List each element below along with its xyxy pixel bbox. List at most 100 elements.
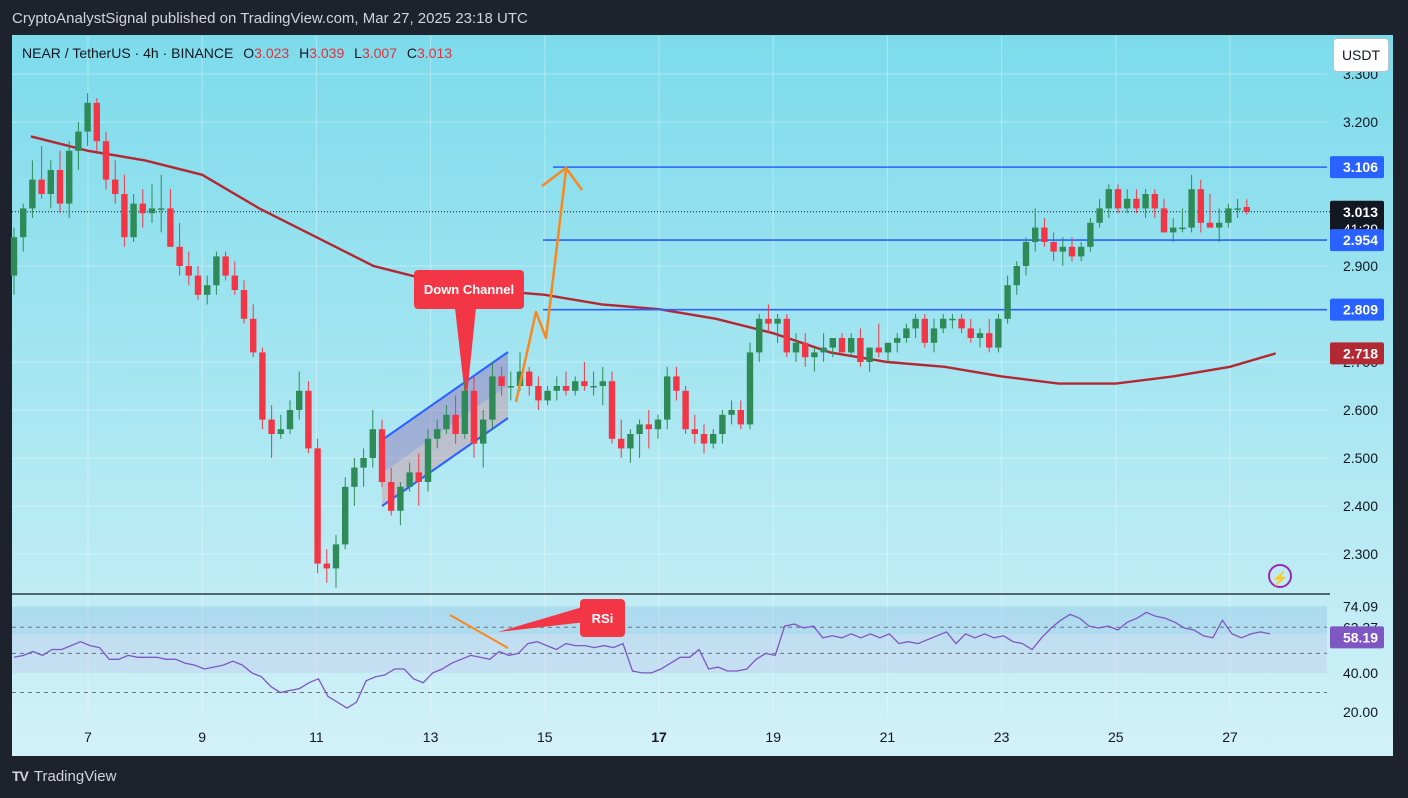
candle-down: [1114, 189, 1122, 209]
candle-up: [424, 438, 432, 482]
low-label: L: [354, 45, 362, 61]
candle-down: [38, 179, 45, 194]
candle-down: [967, 328, 974, 338]
candle-down: [1041, 227, 1048, 242]
candle-up: [1142, 194, 1149, 209]
candle-down: [783, 318, 790, 353]
candle-down: [1151, 194, 1158, 209]
candle-up: [820, 347, 827, 353]
candle-down: [645, 424, 652, 430]
candle-up: [158, 208, 165, 210]
candle-down: [765, 318, 772, 324]
candle-up: [654, 419, 662, 430]
candle-up: [29, 179, 36, 209]
x-tick-label: 15: [537, 729, 553, 745]
candle-down: [378, 429, 386, 482]
candle-down: [1050, 242, 1057, 252]
candle-down: [562, 386, 570, 391]
y-tick-label: 2.400: [1343, 498, 1378, 514]
candle-up: [995, 318, 1002, 348]
candle-up: [20, 208, 27, 238]
candle-up: [599, 381, 606, 386]
candle-down: [112, 179, 119, 194]
candle-up: [1032, 227, 1039, 242]
candle-down: [737, 410, 744, 425]
candle-down: [185, 266, 192, 276]
x-tick-label: 25: [1108, 729, 1124, 745]
candle-up: [148, 208, 156, 214]
x-tick-label: 9: [198, 729, 206, 745]
candle-up: [627, 434, 634, 449]
lightning-icon[interactable]: ⚡: [1268, 564, 1292, 588]
candle-up: [930, 328, 938, 343]
candle-up: [1179, 227, 1186, 230]
candle-down: [1160, 208, 1168, 233]
currency-unit-button[interactable]: USDT: [1333, 38, 1389, 72]
candle-down: [958, 318, 965, 329]
candle-up: [728, 410, 735, 415]
candle-up: [572, 381, 579, 391]
candle-up: [296, 390, 303, 410]
candle-up: [1013, 266, 1020, 286]
candle-down: [802, 342, 809, 358]
y-tick-label: 2.500: [1343, 450, 1378, 466]
x-tick-label: 13: [423, 729, 439, 745]
price-label-text: 3.013: [1343, 204, 1378, 220]
candle-up: [461, 390, 468, 434]
rsi-upper-band: [12, 606, 1327, 634]
candle-down: [194, 275, 202, 295]
rsi-callout: RSi: [580, 599, 625, 637]
candle-up: [811, 352, 818, 358]
x-tick-label: 19: [765, 729, 781, 745]
candle-down: [618, 438, 625, 449]
candle-down: [231, 275, 238, 290]
candle-down: [139, 203, 146, 214]
price-label-text: 2.718: [1343, 345, 1378, 361]
candle-down: [498, 376, 505, 386]
rsi-pane: [12, 606, 1327, 709]
candle-down: [682, 390, 689, 430]
candle-up: [351, 467, 358, 487]
candle-up: [75, 131, 82, 151]
candle-up: [204, 285, 211, 295]
candle-down: [986, 333, 993, 348]
tradingview-logo[interactable]: TV TradingView: [12, 768, 116, 785]
candle-up: [277, 429, 284, 434]
candle-down: [121, 194, 128, 238]
candle-up: [1078, 246, 1085, 257]
candle-up: [360, 458, 367, 468]
x-tick-label: 11: [309, 729, 324, 745]
rsi-tick-label: 74.09: [1343, 598, 1378, 614]
candle-down: [921, 318, 928, 343]
candle-down: [314, 448, 321, 564]
symbol-pair: NEAR / TetherUS · 4h · BINANCE: [22, 45, 234, 61]
candle-down: [1133, 198, 1140, 209]
candle-down: [56, 170, 64, 204]
arrow-head: [541, 166, 584, 191]
candle-up: [1105, 189, 1112, 209]
candle-up: [286, 410, 294, 430]
candle-down: [526, 371, 533, 386]
candle-down: [838, 338, 846, 353]
candle-up: [949, 318, 956, 321]
chart-canvas[interactable]: 791113151719212325273.3003.2002.9002.700…: [0, 0, 1408, 798]
rsi-tick-label: 20.00: [1343, 704, 1378, 720]
candle-down: [415, 472, 422, 482]
candle-up: [848, 338, 855, 353]
candle-up: [1022, 242, 1030, 266]
down-channel-drawing: [381, 308, 509, 507]
candle-up: [507, 386, 514, 388]
low-value: 3.007: [361, 45, 397, 61]
candle-up: [590, 386, 597, 388]
candle-up: [443, 414, 450, 430]
projection-arrow: [514, 166, 584, 403]
candle-down: [388, 482, 395, 511]
price-label-text: 2.954: [1343, 232, 1378, 248]
y-tick-label: 2.300: [1343, 546, 1378, 562]
candle-up: [130, 203, 137, 238]
candle-up: [894, 338, 901, 343]
candle-down: [222, 256, 229, 276]
candle-down: [167, 208, 174, 247]
candle-up: [342, 486, 349, 545]
candle-down: [857, 338, 864, 362]
